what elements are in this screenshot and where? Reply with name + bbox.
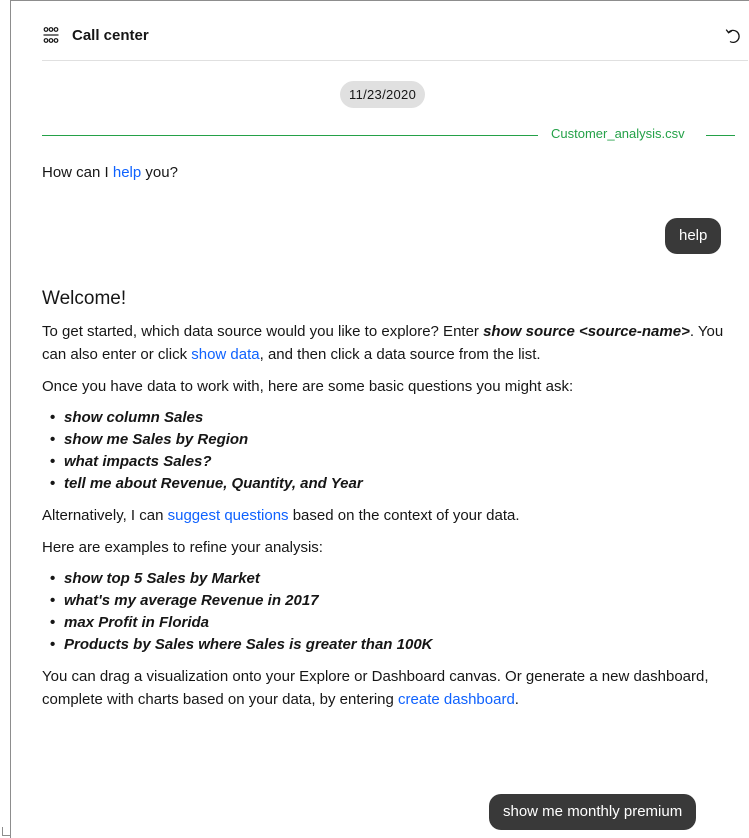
intro-paragraph: To get started, which data source would …	[42, 320, 737, 366]
dashboard-text-2: .	[514, 691, 519, 708]
dashboard-paragraph: You can drag a visualization onto your E…	[42, 665, 737, 711]
reset-icon[interactable]	[724, 26, 742, 44]
list-item: what impacts Sales?	[50, 451, 737, 473]
basic-questions-list: show column Sales show me Sales by Regio…	[42, 407, 737, 495]
list-item: show me Sales by Region	[50, 429, 737, 451]
list-item: show top 5 Sales by Market	[50, 568, 737, 590]
intro-text: To get started, which data source would …	[42, 323, 484, 340]
basic-questions-intro: Once you have data to work with, here ar…	[42, 378, 574, 395]
show-data-link[interactable]: show data	[191, 346, 259, 363]
source-divider-right	[706, 135, 735, 136]
list-item: what's my average Revenue in 2017	[50, 590, 737, 612]
list-item: max Profit in Florida	[50, 612, 737, 634]
user-message-premium: show me monthly premium	[489, 794, 697, 830]
refine-intro: Here are examples to refine your analysi…	[42, 539, 323, 556]
list-item: Products by Sales where Sales is greater…	[50, 634, 737, 656]
intro-text-3: , and then click a data source from the …	[259, 346, 541, 363]
suggest-questions-link[interactable]: suggest questions	[168, 507, 289, 524]
user-message-help: help	[665, 218, 722, 254]
prompt-text-before: How can I	[42, 164, 113, 181]
assistant-prompt: How can I help you?	[42, 164, 178, 181]
welcome-message: Welcome! To get started, which data sour…	[42, 286, 737, 720]
help-link[interactable]: help	[113, 164, 141, 181]
create-dashboard-link[interactable]: create dashboard	[398, 691, 515, 708]
welcome-title: Welcome!	[42, 288, 127, 309]
suggest-text: Alternatively, I can	[42, 507, 168, 524]
suggest-paragraph: Alternatively, I can suggest questions b…	[42, 504, 737, 527]
show-source-command: show source <source-name>	[483, 323, 690, 340]
data-grid-icon	[43, 27, 59, 43]
suggest-text-2: based on the context of your data.	[288, 507, 520, 524]
resize-handle[interactable]	[2, 827, 11, 836]
data-source-label: Customer_analysis.csv	[551, 126, 685, 141]
refine-examples-list: show top 5 Sales by Market what's my ave…	[42, 568, 737, 656]
prompt-text-after: you?	[141, 164, 178, 181]
window-border-top	[10, 0, 749, 1]
list-item: tell me about Revenue, Quantity, and Yea…	[50, 473, 737, 495]
conversation-header: Call center	[42, 18, 748, 61]
source-divider-left	[42, 135, 538, 136]
window-border-left	[10, 0, 11, 838]
page-title: Call center	[72, 27, 149, 44]
date-badge: 11/23/2020	[340, 81, 426, 108]
dashboard-text: You can drag a visualization onto your E…	[42, 668, 709, 708]
list-item: show column Sales	[50, 407, 737, 429]
